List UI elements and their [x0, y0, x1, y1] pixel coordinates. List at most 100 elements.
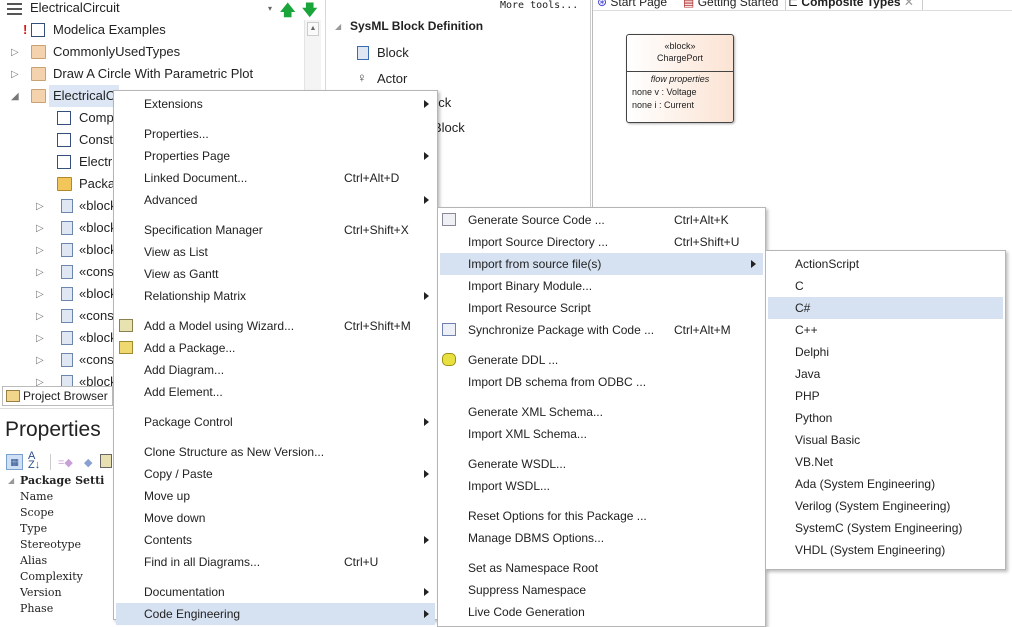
menu-item-synchronize-package-with-code[interactable]: Synchronize Package with Code ... Ctrl+Al… [438, 319, 765, 341]
menu-item-delphi[interactable]: Delphi [766, 341, 1005, 363]
menu-item-reset-options-for-this-package[interactable]: Reset Options for this Package ... [438, 505, 765, 527]
menu-item-import-db-schema-from-odbc[interactable]: Import DB schema from ODBC ... [438, 371, 765, 393]
menu-item-move-up[interactable]: Move up [114, 485, 437, 507]
menu-item-linked-document[interactable]: Linked Document... Ctrl+Alt+D [114, 167, 437, 189]
menu-item-contents[interactable]: Contents [114, 529, 437, 551]
collapse-icon[interactable]: ◢ [335, 22, 341, 31]
more-tools-link[interactable]: More tools... [500, 0, 578, 11]
property-scope[interactable]: Scope [20, 506, 54, 519]
menu-item-copy-paste[interactable]: Copy / Paste [114, 463, 437, 485]
menu-item-csharp[interactable]: C# [768, 297, 1003, 319]
menu-item-import-wsdl[interactable]: Import WSDL... [438, 475, 765, 497]
menu-item-cplusplus[interactable]: C++ [766, 319, 1005, 341]
menu-item-import-xml-schema[interactable]: Import XML Schema... [438, 423, 765, 445]
menu-item-generate-xml-schema[interactable]: Generate XML Schema... [438, 401, 765, 423]
menu-item-php[interactable]: PHP [766, 385, 1005, 407]
menu-item-vhdl-system-engineering[interactable]: VHDL (System Engineering) [766, 539, 1005, 561]
hamburger-menu-icon[interactable] [7, 3, 22, 15]
sort-alpha-icon[interactable]: A Z↓ [28, 451, 40, 471]
tab-getting-started[interactable]: ▤ Getting Started [683, 0, 778, 10]
menu-item-package-control[interactable]: Package Control [114, 411, 437, 433]
menu-item-import-source-directory[interactable]: Import Source Directory ... Ctrl+Shift+U [438, 231, 765, 253]
dropdown-icon[interactable]: ▾ [268, 4, 272, 13]
property-pages-icon[interactable]: =◆ [58, 456, 73, 469]
tree-item[interactable]: ▷ Draw A Circle With Parametric Plot [0, 63, 304, 85]
tab-start-page[interactable]: ⊛ Start Page [597, 0, 667, 10]
menu-item-clone-structure-as-new-version[interactable]: Clone Structure as New Version... [114, 441, 437, 463]
menu-separator [468, 497, 765, 505]
menu-item-actionscript[interactable]: ActionScript [766, 253, 1005, 275]
menu-item-generate-wsdl[interactable]: Generate WSDL... [438, 453, 765, 475]
collapsed-arrow-icon[interactable]: ▷ [36, 328, 44, 350]
menu-item-view-as-list[interactable]: View as List [114, 241, 437, 263]
collapsed-arrow-icon[interactable]: ▷ [11, 64, 19, 86]
property-type[interactable]: Type [20, 522, 47, 535]
menu-item-live-code-generation[interactable]: Live Code Generation [438, 601, 765, 623]
property-complexity[interactable]: Complexity [20, 570, 83, 583]
menu-item-extensions[interactable]: Extensions [114, 93, 437, 115]
tree-item[interactable]: ! Modelica Examples [0, 19, 304, 41]
menu-item-suppress-namespace[interactable]: Suppress Namespace [438, 579, 765, 601]
collapsed-arrow-icon[interactable]: ▷ [36, 262, 44, 284]
menu-item-move-down[interactable]: Move down [114, 507, 437, 529]
close-tab-icon[interactable]: ✕ [904, 0, 914, 9]
collapsed-arrow-icon[interactable]: ▷ [36, 350, 44, 372]
categorized-view-icon[interactable]: ▦ [6, 454, 23, 470]
menu-item-label: Delphi [795, 345, 830, 359]
menu-item-visual-basic[interactable]: Visual Basic [766, 429, 1005, 451]
tree-item-label: Comp [79, 110, 114, 125]
menu-item-import-from-source-file-s[interactable]: Import from source file(s) [440, 253, 763, 275]
menu-item-documentation[interactable]: Documentation [114, 581, 437, 603]
block-chargeport[interactable]: «block» ChargePort flow properties none … [626, 34, 734, 123]
property-version[interactable]: Version [20, 586, 62, 599]
menu-item-import-resource-script[interactable]: Import Resource Script [438, 297, 765, 319]
menu-item-ada-system-engineering[interactable]: Ada (System Engineering) [766, 473, 1005, 495]
property-stereotype[interactable]: Stereotype [20, 538, 81, 551]
scroll-up-icon[interactable]: ▲ [307, 22, 319, 36]
menu-item-manage-dbms-options[interactable]: Manage DBMS Options... [438, 527, 765, 549]
menu-item-advanced[interactable]: Advanced [114, 189, 437, 211]
menu-item-add-a-package[interactable]: Add a Package... [114, 337, 437, 359]
tree-item[interactable]: ▷ CommonlyUsedTypes [0, 41, 304, 63]
getting-started-icon: ▤ [683, 0, 695, 9]
menu-item-add-a-model-using-wizard[interactable]: Add a Model using Wizard... Ctrl+Shift+M [114, 315, 437, 337]
menu-item-code-engineering[interactable]: Code Engineering [116, 603, 435, 625]
menu-item-add-element[interactable]: Add Element... [114, 381, 437, 403]
property-phase[interactable]: Phase [20, 602, 53, 615]
collapsed-arrow-icon[interactable]: ▷ [36, 284, 44, 306]
menu-item-label: SystemC (System Engineering) [795, 521, 963, 535]
menu-item-set-as-namespace-root[interactable]: Set as Namespace Root [438, 557, 765, 579]
expanded-arrow-icon[interactable]: ◢ [11, 86, 19, 108]
property-doc-icon[interactable] [100, 454, 112, 468]
property-alias[interactable]: Alias [20, 554, 47, 567]
menu-item-import-binary-module[interactable]: Import Binary Module... [438, 275, 765, 297]
collapsed-arrow-icon[interactable]: ▷ [36, 240, 44, 262]
menu-item-generate-ddl[interactable]: Generate DDL ... [438, 349, 765, 371]
toolbox-item-actor[interactable]: Actor [377, 71, 407, 86]
collapse-icon[interactable]: ◢ [8, 476, 14, 485]
menu-item-verilog-system-engineering[interactable]: Verilog (System Engineering) [766, 495, 1005, 517]
collapsed-arrow-icon[interactable]: ▷ [36, 218, 44, 240]
menu-item-properties-page[interactable]: Properties Page [114, 145, 437, 167]
menu-item-find-in-all-diagrams[interactable]: Find in all Diagrams... Ctrl+U [114, 551, 437, 573]
collapsed-arrow-icon[interactable]: ▷ [36, 196, 44, 218]
menu-item-generate-source-code[interactable]: Generate Source Code ... Ctrl+Alt+K [438, 209, 765, 231]
property-name[interactable]: Name [20, 490, 53, 503]
menu-item-label: Generate WSDL... [468, 457, 567, 471]
project-browser-tab[interactable]: Project Browser [2, 386, 113, 406]
menu-item-vb-net[interactable]: VB.Net [766, 451, 1005, 473]
menu-item-java[interactable]: Java [766, 363, 1005, 385]
collapsed-arrow-icon[interactable]: ▷ [36, 306, 44, 328]
tab-composite-types[interactable]: ⊏ Composite Types ✕ [785, 0, 923, 10]
menu-item-add-diagram[interactable]: Add Diagram... [114, 359, 437, 381]
menu-item-properties[interactable]: Properties... [114, 123, 437, 145]
menu-item-relationship-matrix[interactable]: Relationship Matrix [114, 285, 437, 307]
toolbox-item-block[interactable]: Block [377, 45, 409, 60]
menu-item-systemc-system-engineering[interactable]: SystemC (System Engineering) [766, 517, 1005, 539]
menu-item-specification-manager[interactable]: Specification Manager Ctrl+Shift+X [114, 219, 437, 241]
menu-item-view-as-gantt[interactable]: View as Gantt [114, 263, 437, 285]
events-icon[interactable]: ◆ [84, 456, 92, 469]
collapsed-arrow-icon[interactable]: ▷ [11, 42, 19, 64]
menu-item-python[interactable]: Python [766, 407, 1005, 429]
menu-item-c[interactable]: C [766, 275, 1005, 297]
